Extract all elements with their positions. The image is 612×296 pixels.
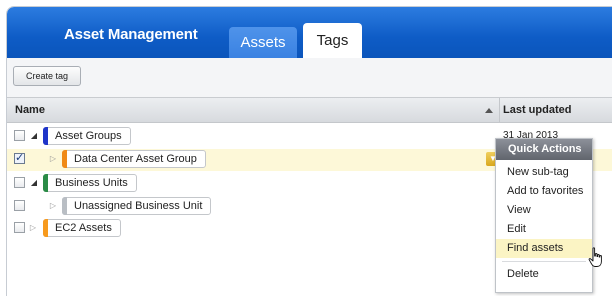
tag-name: EC2 Assets: [55, 222, 112, 234]
tree-expander-icon[interactable]: ▷: [28, 222, 38, 234]
tag-name: Unassigned Business Unit: [74, 200, 203, 212]
table-header: Name Last updated: [7, 97, 612, 123]
menu-divider: [502, 261, 586, 262]
row-checkbox[interactable]: [14, 222, 25, 233]
menu-item-new-sub-tag[interactable]: New sub-tag: [496, 163, 592, 182]
column-header-name[interactable]: Name: [15, 104, 45, 116]
tag-name: Asset Groups: [55, 130, 122, 142]
hand-pointer-icon: [588, 247, 602, 267]
tree-expander-icon[interactable]: ◢: [29, 177, 39, 189]
tree-expander-icon[interactable]: ▷: [48, 200, 58, 212]
tag-name: Business Units: [55, 177, 128, 189]
tag-label[interactable]: Business Units: [43, 174, 137, 192]
toolbar: Create tag: [7, 58, 612, 98]
row-checkbox[interactable]: [14, 130, 25, 141]
create-tag-button[interactable]: Create tag: [13, 66, 81, 86]
menu-item-view[interactable]: View: [496, 201, 592, 220]
tag-label[interactable]: Unassigned Business Unit: [62, 197, 212, 215]
quick-actions-menu: Quick Actions New sub-tag Add to favorit…: [495, 138, 593, 293]
column-header-last-updated[interactable]: Last updated: [503, 104, 571, 116]
sort-ascending-icon[interactable]: [485, 108, 493, 113]
row-checkbox-checked[interactable]: [14, 151, 25, 164]
app-title: Asset Management: [64, 26, 198, 43]
tag-label[interactable]: Data Center Asset Group: [62, 150, 206, 168]
tab-tags[interactable]: Tags: [303, 23, 362, 59]
menu-item-delete[interactable]: Delete: [496, 265, 592, 284]
menu-item-edit[interactable]: Edit: [496, 220, 592, 239]
top-navigation-bar: Asset Management Assets Tags: [7, 7, 612, 59]
tag-color-bar: [43, 174, 48, 192]
row-checkbox[interactable]: [14, 200, 25, 211]
tag-label[interactable]: EC2 Assets: [43, 219, 121, 237]
tag-color-bar: [43, 219, 48, 237]
tag-color-bar: [43, 127, 48, 145]
tree-expander-icon[interactable]: ◢: [29, 130, 39, 142]
tab-assets[interactable]: Assets: [229, 27, 297, 58]
column-divider: [499, 98, 500, 122]
tag-color-bar: [62, 150, 67, 168]
row-checkbox[interactable]: [14, 177, 25, 188]
menu-item-add-to-favorites[interactable]: Add to favorites: [496, 182, 592, 201]
menu-item-find-assets[interactable]: Find assets: [496, 239, 592, 258]
tag-color-bar: [62, 197, 67, 215]
tag-label[interactable]: Asset Groups: [43, 127, 131, 145]
quick-actions-title: Quick Actions: [496, 139, 592, 160]
tree-expander-icon[interactable]: ▷: [48, 153, 58, 165]
tag-name: Data Center Asset Group: [74, 153, 197, 165]
